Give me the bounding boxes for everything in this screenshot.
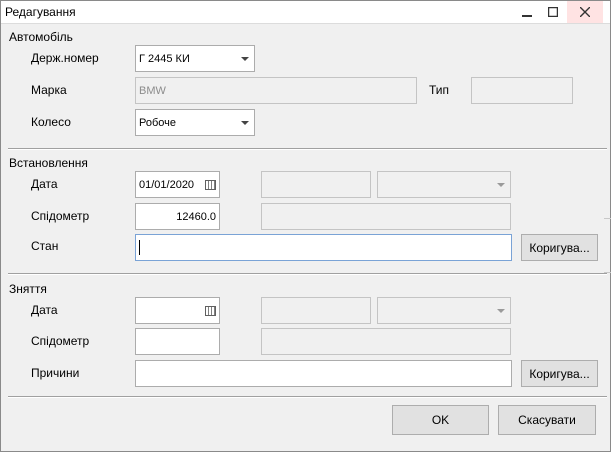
background-line <box>604 218 611 219</box>
removal-speedo-input[interactable] <box>135 328 220 355</box>
brand-value: BMW <box>139 84 166 97</box>
chevron-down-icon <box>241 121 249 125</box>
install-extra-field <box>261 171 371 198</box>
ok-button[interactable]: OK <box>392 405 489 435</box>
edit-dialog: Редагування Автомобіль Держ.номер Г 2445… <box>0 0 611 452</box>
install-speedo-label: Спідометр <box>31 209 90 223</box>
brand-field: BMW <box>135 77 417 104</box>
install-date-picker[interactable]: 01/01/2020 <box>135 171 220 198</box>
install-date-label: Дата <box>31 177 58 191</box>
group-removal-label: Зняття <box>9 282 47 296</box>
install-speedo-input[interactable]: 12460.0 <box>135 203 220 230</box>
install-state-label: Стан <box>31 239 59 253</box>
chevron-down-icon <box>241 57 249 61</box>
separator <box>8 396 607 398</box>
wheel-dropdown[interactable]: Робоче <box>135 109 255 136</box>
separator <box>8 148 607 150</box>
removal-speedo-label: Спідометр <box>31 334 90 348</box>
removal-extra-field <box>261 297 371 324</box>
chevron-down-icon <box>497 183 505 187</box>
plate-value: Г 2445 КИ <box>139 52 190 65</box>
removal-edit-button[interactable]: Коригува... <box>521 360 598 387</box>
wheel-label: Колесо <box>31 115 71 129</box>
title-bar: Редагування <box>1 1 610 24</box>
removal-date-picker[interactable] <box>135 297 220 324</box>
maximize-icon <box>548 7 558 17</box>
removal-date-label: Дата <box>31 303 58 317</box>
close-icon <box>580 7 590 17</box>
calendar-icon[interactable] <box>205 180 216 190</box>
install-extra-dropdown <box>377 171 511 198</box>
install-edit-button[interactable]: Коригува... <box>521 234 598 261</box>
minimize-button[interactable] <box>515 1 539 23</box>
install-state-input[interactable] <box>135 234 512 261</box>
separator <box>8 273 607 275</box>
maximize-button[interactable] <box>541 1 565 23</box>
close-button[interactable] <box>567 1 603 23</box>
group-install-label: Встановлення <box>9 156 88 170</box>
type-label: Тип <box>429 83 450 97</box>
chevron-down-icon <box>497 309 505 313</box>
text-caret <box>139 240 140 255</box>
install-speedo-value: 12460.0 <box>176 210 216 223</box>
plate-label: Держ.номер <box>31 51 99 65</box>
removal-speedo-extra <box>261 328 511 355</box>
removal-extra-dropdown <box>377 297 511 324</box>
minimize-icon <box>522 15 532 17</box>
group-auto-label: Автомобіль <box>9 30 73 44</box>
cancel-button[interactable]: Скасувати <box>498 405 596 435</box>
wheel-value: Робоче <box>139 116 176 129</box>
calendar-icon[interactable] <box>205 306 216 316</box>
background-line <box>604 272 611 273</box>
plate-dropdown[interactable]: Г 2445 КИ <box>135 45 255 72</box>
install-date-value: 01/01/2020 <box>139 178 195 191</box>
brand-label: Марка <box>31 83 67 97</box>
window-title: Редагування <box>5 5 76 19</box>
removal-reasons-label: Причини <box>31 366 80 380</box>
type-field <box>471 77 573 104</box>
removal-reasons-input[interactable] <box>135 360 512 387</box>
install-speedo-extra <box>261 203 511 230</box>
